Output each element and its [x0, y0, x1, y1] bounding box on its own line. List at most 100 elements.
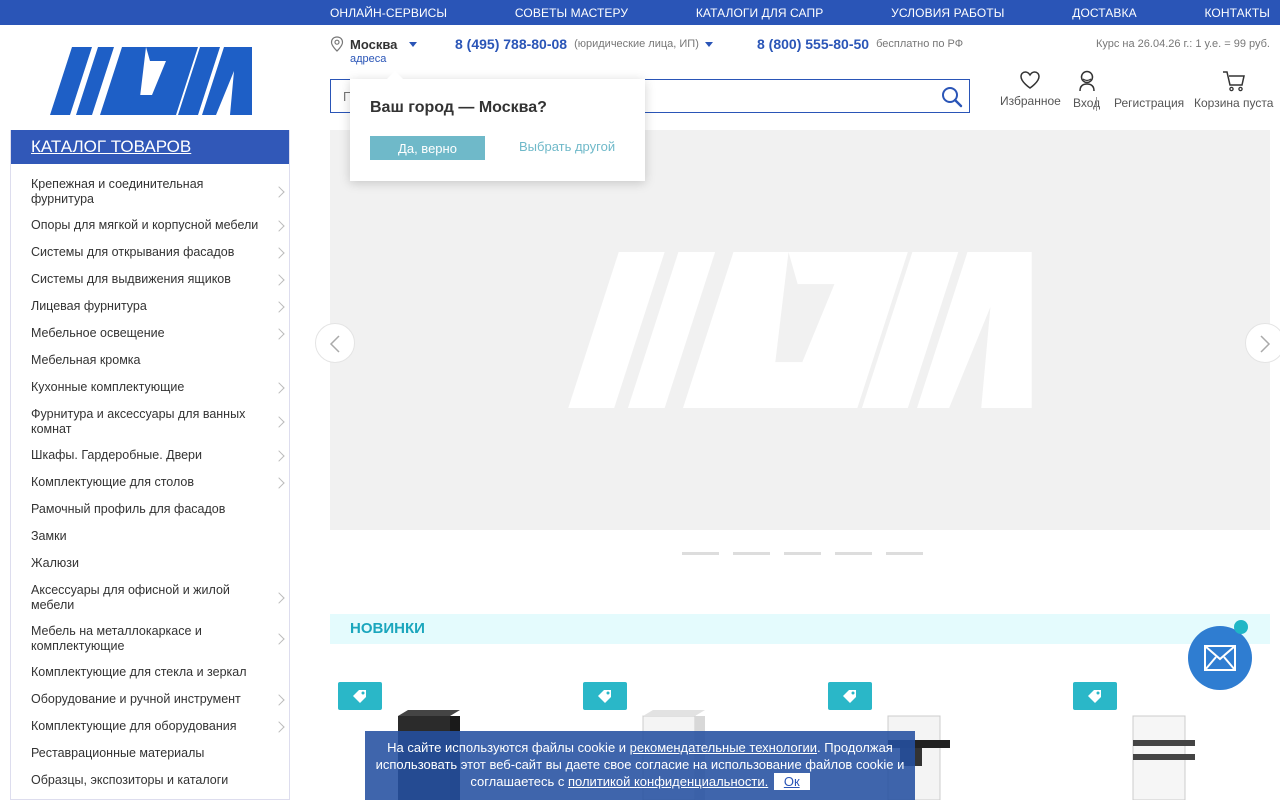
- price-tag-icon: [1088, 690, 1101, 703]
- slider-dot[interactable]: [886, 552, 923, 555]
- catalog-sidebar: КАТАЛОГ ТОВАРОВ Крепежная и соединительн…: [10, 130, 290, 800]
- slider-prev-button[interactable]: [315, 323, 355, 363]
- tag-badge: [828, 682, 872, 710]
- catalog-item-label: Системы для выдвижения ящиков: [31, 272, 231, 286]
- catalog-item[interactable]: Аксессуары для офисной и жилой мебели: [11, 578, 289, 619]
- catalog-item-label: Рамочный профиль для фасадов: [31, 502, 226, 516]
- product-card[interactable]: [1065, 660, 1280, 800]
- chevron-right-icon: [273, 476, 285, 489]
- phone-free[interactable]: 8 (800) 555-80-50 бесплатно по РФ: [757, 36, 963, 52]
- recommendation-tech-link[interactable]: рекомендательные технологии: [630, 740, 817, 755]
- cookie-text-1: На сайте используются файлы cookie и: [387, 740, 630, 755]
- top-nav-tips[interactable]: СОВЕТЫ МАСТЕРУ: [515, 6, 628, 20]
- chevron-right-icon: [273, 632, 285, 645]
- cart-link[interactable]: Корзина пуста: [1194, 70, 1273, 110]
- catalog-item[interactable]: Системы для открывания фасадов: [11, 240, 289, 267]
- top-nav-terms[interactable]: УСЛОВИЯ РАБОТЫ: [891, 6, 1004, 20]
- catalog-item[interactable]: Фурнитура и аксессуары для ванных комнат: [11, 402, 289, 443]
- product-image: [1132, 715, 1195, 800]
- catalog-title[interactable]: КАТАЛОГ ТОВАРОВ: [11, 130, 289, 164]
- phone-legal[interactable]: 8 (495) 788-80-08 (юридические лица, ИП): [455, 36, 713, 52]
- popup-title: Ваш город — Москва?: [370, 99, 547, 116]
- chevron-right-icon: [1260, 335, 1271, 353]
- catalog-item[interactable]: Мебельная кромка: [11, 348, 289, 375]
- chevron-right-icon: [273, 246, 285, 259]
- price-tag-icon: [843, 690, 856, 703]
- catalog-item-label: Фурнитура и аксессуары для ванных комнат: [31, 407, 246, 436]
- catalog-item[interactable]: Комплектующие для стекла и зеркал: [11, 660, 289, 687]
- catalog-item[interactable]: Кухонные комплектующие: [11, 375, 289, 402]
- catalog-item[interactable]: Комплектующие для оборудования: [11, 714, 289, 741]
- feedback-mail-button[interactable]: [1188, 626, 1252, 690]
- top-nav-online-services[interactable]: ОНЛАЙН-СЕРВИСЫ: [330, 6, 447, 20]
- slider-dot[interactable]: [733, 552, 770, 555]
- chevron-right-icon: [273, 185, 285, 198]
- divider: [1096, 97, 1097, 111]
- envelope-icon: [1204, 645, 1236, 671]
- city-confirm-popup: Ваш город — Москва? Да, верно Выбрать др…: [350, 71, 645, 181]
- favorites-link[interactable]: Избранное: [1000, 70, 1061, 108]
- slider-dot[interactable]: [835, 552, 872, 555]
- choose-other-city-link[interactable]: Выбрать другой: [519, 139, 615, 154]
- search-icon[interactable]: [941, 86, 963, 108]
- catalog-item[interactable]: Системы для выдвижения ящиков: [11, 267, 289, 294]
- chevron-right-icon: [273, 219, 285, 232]
- hero-banner[interactable]: [330, 130, 1270, 530]
- chevron-left-icon: [329, 335, 340, 353]
- top-nav-contacts[interactable]: КОНТАКТЫ: [1204, 6, 1270, 20]
- slider-dot[interactable]: [682, 552, 719, 555]
- catalog-item[interactable]: Опоры для мягкой и корпусной мебели: [11, 213, 289, 240]
- catalog-item[interactable]: Замки: [11, 524, 289, 551]
- new-products-header: НОВИНКИ: [330, 614, 1270, 644]
- slider-next-button[interactable]: [1245, 323, 1280, 363]
- catalog-item[interactable]: Мебельное освещение: [11, 321, 289, 348]
- catalog-item[interactable]: Мебель на металлокаркасе и комплектующие: [11, 619, 289, 660]
- chevron-right-icon: [273, 415, 285, 428]
- favorites-label: Избранное: [1000, 94, 1061, 108]
- chevron-right-icon: [273, 300, 285, 313]
- tag-badge: [338, 682, 382, 710]
- chevron-right-icon: [273, 381, 285, 394]
- phone-legal-note: (юридические лица, ИП): [574, 38, 699, 50]
- slider-dot[interactable]: [784, 552, 821, 555]
- catalog-item-label: Комплектующие для столов: [31, 475, 195, 489]
- catalog-item-label: Крепежная и соединительная фурнитура: [31, 177, 204, 206]
- catalog-list: Крепежная и соединительная фурнитура Опор…: [11, 164, 289, 795]
- catalog-item-label: Образцы, экспозиторы и каталоги: [31, 773, 229, 787]
- cookie-ok-button[interactable]: Ок: [773, 773, 810, 790]
- register-link[interactable]: Регистрация: [1114, 96, 1184, 110]
- cookie-banner: На сайте используются файлы cookie и рек…: [365, 731, 915, 800]
- header-actions: Избранное Вход Регистрация Корзина пуста: [990, 70, 1275, 115]
- catalog-item[interactable]: Лицевая фурнитура: [11, 294, 289, 321]
- city-selector[interactable]: Москва: [330, 35, 418, 53]
- phone-free-number: 8 (800) 555-80-50: [757, 36, 870, 52]
- new-products-title: НОВИНКИ: [350, 620, 425, 637]
- catalog-item[interactable]: Шкафы. Гардеробные. Двери: [11, 443, 289, 470]
- addresses-link[interactable]: адреса: [350, 53, 386, 65]
- catalog-item-label: Оборудование и ручной инструмент: [31, 692, 241, 706]
- catalog-item[interactable]: Образцы, экспозиторы и каталоги: [11, 768, 289, 795]
- mdm-logo[interactable]: [50, 47, 252, 115]
- top-bar: ОНЛАЙН-СЕРВИСЫ СОВЕТЫ МАСТЕРУ КАТАЛОГИ Д…: [0, 0, 1280, 25]
- catalog-item[interactable]: Оборудование и ручной инструмент: [11, 687, 289, 714]
- slider-dots: [682, 552, 923, 555]
- top-nav-delivery[interactable]: ДОСТАВКА: [1072, 6, 1136, 20]
- catalog-item[interactable]: Крепежная и соединительная фурнитура: [11, 172, 289, 213]
- chevron-right-icon: [273, 693, 285, 706]
- user-icon: [1078, 70, 1095, 92]
- privacy-policy-link[interactable]: политикой конфиденциальности.: [568, 774, 768, 789]
- catalog-item[interactable]: Комплектующие для столов: [11, 470, 289, 497]
- top-nav-cad-catalogs[interactable]: КАТАЛОГИ ДЛЯ САПР: [696, 6, 824, 20]
- cart-icon: [1222, 71, 1245, 92]
- banner-logo: [568, 252, 1032, 408]
- catalog-item[interactable]: Реставрационные материалы: [11, 741, 289, 768]
- chevron-right-icon: [273, 449, 285, 462]
- city-name: Москва: [350, 36, 398, 52]
- catalog-item-label: Шкафы. Гардеробные. Двери: [31, 448, 202, 462]
- catalog-item[interactable]: Жалюзи: [11, 551, 289, 578]
- catalog-item-label: Замки: [31, 529, 67, 543]
- phone-free-note: бесплатно по РФ: [876, 38, 964, 50]
- confirm-city-button[interactable]: Да, верно: [370, 136, 485, 160]
- catalog-item[interactable]: Рамочный профиль для фасадов: [11, 497, 289, 524]
- chevron-right-icon: [273, 720, 285, 733]
